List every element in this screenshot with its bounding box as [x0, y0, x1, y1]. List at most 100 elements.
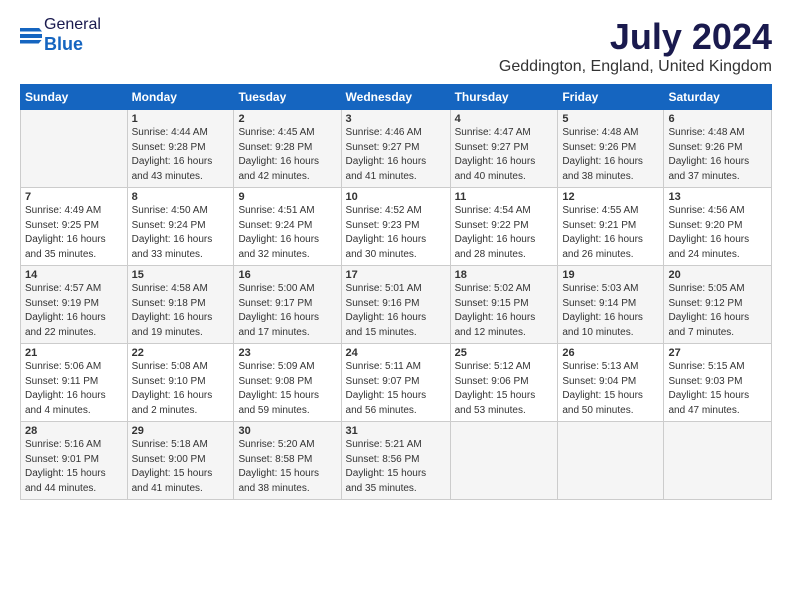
- calendar-cell: 9Sunrise: 4:51 AM Sunset: 9:24 PM Daylig…: [234, 188, 341, 266]
- calendar-cell: 21Sunrise: 5:06 AM Sunset: 9:11 PM Dayli…: [21, 344, 128, 422]
- calendar-week-row: 21Sunrise: 5:06 AM Sunset: 9:11 PM Dayli…: [21, 344, 772, 422]
- day-info: Sunrise: 4:47 AM Sunset: 9:27 PM Dayligh…: [455, 126, 554, 184]
- day-info: Sunrise: 4:45 AM Sunset: 9:28 PM Dayligh…: [238, 126, 336, 184]
- day-number: 30: [238, 425, 336, 437]
- day-info: Sunrise: 5:03 AM Sunset: 9:14 PM Dayligh…: [562, 282, 659, 340]
- day-number: 29: [132, 425, 230, 437]
- calendar-week-row: 7Sunrise: 4:49 AM Sunset: 9:25 PM Daylig…: [21, 188, 772, 266]
- calendar-day-header: Thursday: [450, 85, 558, 110]
- calendar-cell: 15Sunrise: 4:58 AM Sunset: 9:18 PM Dayli…: [127, 266, 234, 344]
- calendar-cell: [21, 110, 128, 188]
- day-number: 22: [132, 347, 230, 359]
- day-info: Sunrise: 5:18 AM Sunset: 9:00 PM Dayligh…: [132, 438, 230, 496]
- calendar-cell: 13Sunrise: 4:56 AM Sunset: 9:20 PM Dayli…: [664, 188, 772, 266]
- calendar-cell: [450, 422, 558, 500]
- calendar-day-header: Sunday: [21, 85, 128, 110]
- day-number: 14: [25, 269, 123, 281]
- calendar-cell: 4Sunrise: 4:47 AM Sunset: 9:27 PM Daylig…: [450, 110, 558, 188]
- calendar-cell: 23Sunrise: 5:09 AM Sunset: 9:08 PM Dayli…: [234, 344, 341, 422]
- day-number: 31: [346, 425, 446, 437]
- title-block: July 2024 Geddington, England, United Ki…: [499, 16, 772, 76]
- calendar-day-header: Saturday: [664, 85, 772, 110]
- calendar-cell: [558, 422, 664, 500]
- day-info: Sunrise: 5:05 AM Sunset: 9:12 PM Dayligh…: [668, 282, 767, 340]
- day-info: Sunrise: 4:58 AM Sunset: 9:18 PM Dayligh…: [132, 282, 230, 340]
- day-number: 27: [668, 347, 767, 359]
- day-info: Sunrise: 5:09 AM Sunset: 9:08 PM Dayligh…: [238, 360, 336, 418]
- calendar-week-row: 28Sunrise: 5:16 AM Sunset: 9:01 PM Dayli…: [21, 422, 772, 500]
- day-info: Sunrise: 4:55 AM Sunset: 9:21 PM Dayligh…: [562, 204, 659, 262]
- calendar-day-header: Friday: [558, 85, 664, 110]
- day-info: Sunrise: 5:13 AM Sunset: 9:04 PM Dayligh…: [562, 360, 659, 418]
- calendar-cell: 6Sunrise: 4:48 AM Sunset: 9:26 PM Daylig…: [664, 110, 772, 188]
- logo: General Blue: [20, 16, 101, 55]
- calendar-cell: 28Sunrise: 5:16 AM Sunset: 9:01 PM Dayli…: [21, 422, 128, 500]
- day-info: Sunrise: 4:48 AM Sunset: 9:26 PM Dayligh…: [668, 126, 767, 184]
- day-number: 11: [455, 191, 554, 203]
- calendar-cell: 26Sunrise: 5:13 AM Sunset: 9:04 PM Dayli…: [558, 344, 664, 422]
- day-number: 16: [238, 269, 336, 281]
- calendar-subtitle: Geddington, England, United Kingdom: [499, 58, 772, 76]
- calendar-cell: 24Sunrise: 5:11 AM Sunset: 9:07 PM Dayli…: [341, 344, 450, 422]
- day-number: 24: [346, 347, 446, 359]
- logo-general-text: General: [44, 16, 101, 33]
- day-info: Sunrise: 5:12 AM Sunset: 9:06 PM Dayligh…: [455, 360, 554, 418]
- day-number: 15: [132, 269, 230, 281]
- calendar-cell: 2Sunrise: 4:45 AM Sunset: 9:28 PM Daylig…: [234, 110, 341, 188]
- day-info: Sunrise: 4:52 AM Sunset: 9:23 PM Dayligh…: [346, 204, 446, 262]
- calendar-header-row: SundayMondayTuesdayWednesdayThursdayFrid…: [21, 85, 772, 110]
- day-number: 21: [25, 347, 123, 359]
- calendar-cell: 7Sunrise: 4:49 AM Sunset: 9:25 PM Daylig…: [21, 188, 128, 266]
- day-number: 10: [346, 191, 446, 203]
- calendar-cell: 8Sunrise: 4:50 AM Sunset: 9:24 PM Daylig…: [127, 188, 234, 266]
- calendar-cell: 27Sunrise: 5:15 AM Sunset: 9:03 PM Dayli…: [664, 344, 772, 422]
- day-info: Sunrise: 5:20 AM Sunset: 8:58 PM Dayligh…: [238, 438, 336, 496]
- day-number: 20: [668, 269, 767, 281]
- calendar-cell: 10Sunrise: 4:52 AM Sunset: 9:23 PM Dayli…: [341, 188, 450, 266]
- day-number: 9: [238, 191, 336, 203]
- day-number: 23: [238, 347, 336, 359]
- logo-graphic: [20, 28, 42, 44]
- logo-blue-text: Blue: [44, 34, 83, 54]
- day-number: 18: [455, 269, 554, 281]
- calendar-cell: 17Sunrise: 5:01 AM Sunset: 9:16 PM Dayli…: [341, 266, 450, 344]
- calendar-day-header: Monday: [127, 85, 234, 110]
- calendar-day-header: Tuesday: [234, 85, 341, 110]
- day-info: Sunrise: 5:01 AM Sunset: 9:16 PM Dayligh…: [346, 282, 446, 340]
- calendar-cell: 19Sunrise: 5:03 AM Sunset: 9:14 PM Dayli…: [558, 266, 664, 344]
- day-info: Sunrise: 4:46 AM Sunset: 9:27 PM Dayligh…: [346, 126, 446, 184]
- day-number: 4: [455, 113, 554, 125]
- day-number: 28: [25, 425, 123, 437]
- day-info: Sunrise: 4:49 AM Sunset: 9:25 PM Dayligh…: [25, 204, 123, 262]
- day-info: Sunrise: 4:48 AM Sunset: 9:26 PM Dayligh…: [562, 126, 659, 184]
- calendar-cell: 3Sunrise: 4:46 AM Sunset: 9:27 PM Daylig…: [341, 110, 450, 188]
- calendar-table: SundayMondayTuesdayWednesdayThursdayFrid…: [20, 84, 772, 500]
- calendar-cell: 18Sunrise: 5:02 AM Sunset: 9:15 PM Dayli…: [450, 266, 558, 344]
- day-info: Sunrise: 5:06 AM Sunset: 9:11 PM Dayligh…: [25, 360, 123, 418]
- calendar-cell: 31Sunrise: 5:21 AM Sunset: 8:56 PM Dayli…: [341, 422, 450, 500]
- calendar-week-row: 14Sunrise: 4:57 AM Sunset: 9:19 PM Dayli…: [21, 266, 772, 344]
- day-number: 26: [562, 347, 659, 359]
- day-number: 1: [132, 113, 230, 125]
- calendar-cell: 11Sunrise: 4:54 AM Sunset: 9:22 PM Dayli…: [450, 188, 558, 266]
- day-number: 13: [668, 191, 767, 203]
- day-number: 25: [455, 347, 554, 359]
- day-number: 12: [562, 191, 659, 203]
- calendar-cell: 30Sunrise: 5:20 AM Sunset: 8:58 PM Dayli…: [234, 422, 341, 500]
- calendar-day-header: Wednesday: [341, 85, 450, 110]
- day-info: Sunrise: 4:50 AM Sunset: 9:24 PM Dayligh…: [132, 204, 230, 262]
- calendar-body: 1Sunrise: 4:44 AM Sunset: 9:28 PM Daylig…: [21, 110, 772, 500]
- calendar-cell: 22Sunrise: 5:08 AM Sunset: 9:10 PM Dayli…: [127, 344, 234, 422]
- calendar-week-row: 1Sunrise: 4:44 AM Sunset: 9:28 PM Daylig…: [21, 110, 772, 188]
- day-number: 6: [668, 113, 767, 125]
- calendar-cell: [664, 422, 772, 500]
- calendar-cell: 12Sunrise: 4:55 AM Sunset: 9:21 PM Dayli…: [558, 188, 664, 266]
- calendar-cell: 1Sunrise: 4:44 AM Sunset: 9:28 PM Daylig…: [127, 110, 234, 188]
- day-number: 2: [238, 113, 336, 125]
- header: General Blue July 2024 Geddington, Engla…: [20, 16, 772, 76]
- calendar-cell: 16Sunrise: 5:00 AM Sunset: 9:17 PM Dayli…: [234, 266, 341, 344]
- calendar-cell: 25Sunrise: 5:12 AM Sunset: 9:06 PM Dayli…: [450, 344, 558, 422]
- day-number: 19: [562, 269, 659, 281]
- day-info: Sunrise: 4:54 AM Sunset: 9:22 PM Dayligh…: [455, 204, 554, 262]
- day-info: Sunrise: 5:00 AM Sunset: 9:17 PM Dayligh…: [238, 282, 336, 340]
